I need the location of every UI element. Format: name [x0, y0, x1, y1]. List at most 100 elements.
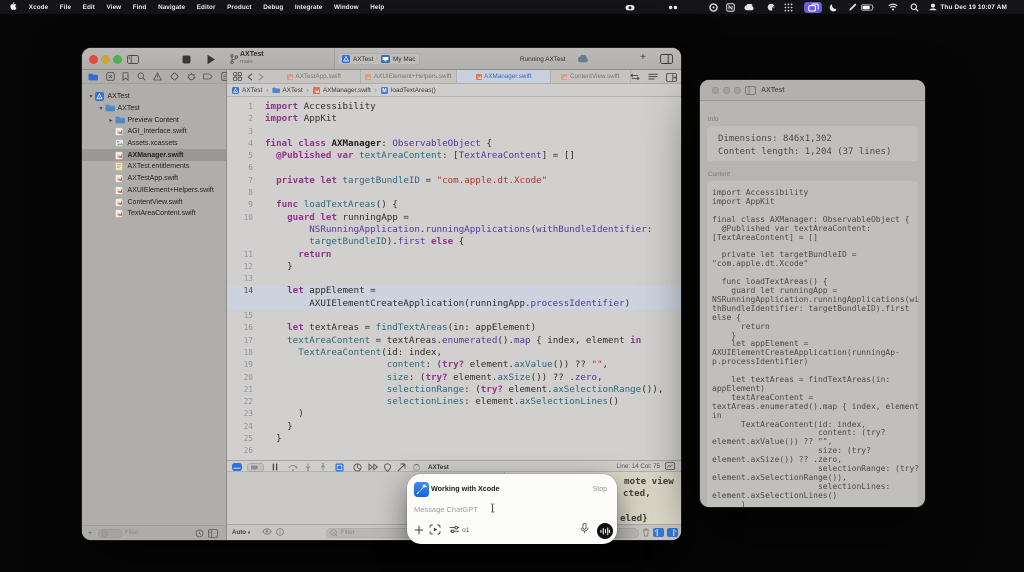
- file-contentview-swift[interactable]: ContentView.swift: [82, 196, 226, 208]
- code-line[interactable]: 15: [227, 310, 681, 322]
- tab-axtestapp-swift[interactable]: AXTestApp.swift: [268, 70, 361, 83]
- go-back-icon[interactable]: [247, 72, 253, 81]
- code-line[interactable]: 7 private let targetBundleID = "com.appl…: [227, 175, 681, 187]
- related-items-icon[interactable]: [233, 72, 242, 81]
- menu-help[interactable]: Help: [364, 4, 390, 11]
- menu-find[interactable]: Find: [127, 4, 152, 11]
- code-line[interactable]: 8: [227, 187, 681, 199]
- navigator-tab-source-control[interactable]: [105, 72, 115, 81]
- file-axmanager-swift[interactable]: AXManager.swift: [82, 149, 226, 162]
- code-line[interactable]: 4 final class AXManager: ObservableObject…: [227, 138, 681, 150]
- file-axtest[interactable]: ▾ AXTest: [82, 103, 226, 115]
- editor-layout-icon[interactable]: [660, 54, 673, 64]
- debug-toggle-icon[interactable]: [232, 462, 242, 471]
- code-line[interactable]: 21 selectionRange: (try? element.axSelec…: [227, 384, 681, 396]
- disclosure-triangle[interactable]: ▾: [98, 105, 104, 112]
- file-axuielement-helpers-swift[interactable]: AXUIElement+Helpers.swift: [82, 185, 226, 197]
- file-axtest-entitlements[interactable]: AXTest.entitlements: [82, 161, 226, 173]
- code-line[interactable]: 11 return: [227, 249, 681, 261]
- code-line[interactable]: 1 import Accessibility: [227, 101, 681, 113]
- search-icon[interactable]: [905, 0, 923, 14]
- model-label[interactable]: o1: [462, 527, 470, 534]
- code-line[interactable]: 23 ): [227, 408, 681, 420]
- memory-graph-icon[interactable]: [353, 462, 362, 472]
- user-icon[interactable]: [924, 0, 942, 14]
- moon-icon[interactable]: [824, 0, 842, 14]
- minimize-button[interactable]: [723, 87, 730, 94]
- code-line[interactable]: 16 let textAreas = findTextAreas(in: app…: [227, 322, 681, 334]
- breadcrumb-item[interactable]: AXTest: [242, 87, 262, 94]
- code-line[interactable]: 17 textAreaContent = textAreas.enumerate…: [227, 335, 681, 347]
- code-line[interactable]: 5 @Published var textAreaContent: [TextA…: [227, 150, 681, 162]
- scm-status-icon[interactable]: [208, 528, 218, 538]
- run-button[interactable]: [206, 54, 216, 65]
- apple-menu-icon[interactable]: [10, 2, 18, 12]
- code-line[interactable]: 14 let appElement =: [227, 285, 681, 297]
- pause-icon[interactable]: [272, 463, 278, 471]
- tab-axuielement-helpers-swift[interactable]: AXUIElement+Helpers.swift: [361, 70, 457, 83]
- battery-icon[interactable]: [859, 0, 877, 14]
- disclosure-triangle[interactable]: ▾: [88, 93, 94, 100]
- code-line[interactable]: targetBundleID).first else {: [227, 236, 681, 248]
- code-review-icon[interactable]: [630, 73, 640, 81]
- file-textareacontent-swift[interactable]: TextAreaContent.swift: [82, 208, 226, 220]
- menu-editor[interactable]: Editor: [191, 4, 221, 11]
- glasses-icon[interactable]: [664, 0, 682, 14]
- env-override-icon[interactable]: [368, 462, 378, 471]
- tab-contentview-swift[interactable]: ContentView.swift: [551, 70, 631, 83]
- chat-input[interactable]: Message ChatGPT: [414, 505, 478, 514]
- code-line[interactable]: 19 content: (try? element.axValue()) ?? …: [227, 359, 681, 371]
- add-file-icon[interactable]: +: [88, 530, 92, 537]
- code-line[interactable]: AXUIElementCreateApplication(runningApp.…: [227, 298, 681, 310]
- toggle-variables-pane-icon[interactable]: [653, 528, 664, 537]
- minimize-button[interactable]: [101, 55, 110, 64]
- code-line[interactable]: 20 size: (try? element.axSize()) ?? .zer…: [227, 372, 681, 384]
- navigator-tab-tests[interactable]: [170, 72, 179, 81]
- code-line[interactable]: 6: [227, 162, 681, 174]
- menu-edit[interactable]: Edit: [77, 4, 101, 11]
- menu-product[interactable]: Product: [221, 4, 257, 11]
- voice-mode-button[interactable]: [597, 523, 613, 539]
- cloud-icon[interactable]: [740, 0, 758, 14]
- sidebar-toggle-icon[interactable]: [745, 86, 756, 95]
- microphone-icon[interactable]: [580, 523, 589, 534]
- menu-integrate[interactable]: Integrate: [289, 4, 328, 11]
- go-forward-icon[interactable]: [258, 72, 264, 81]
- breadcrumb-item[interactable]: AXManager.swift: [323, 87, 371, 94]
- close-button[interactable]: [712, 87, 719, 94]
- globe-lock-icon[interactable]: [762, 0, 780, 14]
- file-assets-xcassets[interactable]: Assets.xcassets: [82, 138, 226, 150]
- breakpoints-pill-icon[interactable]: [247, 462, 264, 472]
- quicklook-icon[interactable]: [262, 528, 272, 535]
- navigator-tab-bookmarks[interactable]: [122, 72, 129, 81]
- code-line[interactable]: 13: [227, 273, 681, 285]
- menu-window[interactable]: Window: [328, 4, 364, 11]
- view-debugger-icon[interactable]: [335, 463, 344, 472]
- code-line[interactable]: 22 selectionLines: element.axSelectionLi…: [227, 396, 681, 408]
- stop-button[interactable]: Stop: [593, 486, 607, 493]
- wifi-icon[interactable]: [884, 0, 902, 14]
- code-line[interactable]: 18 TextAreaContent(id: index,: [227, 347, 681, 359]
- code-line[interactable]: NSRunningApplication.runningApplications…: [227, 224, 681, 236]
- menu-file[interactable]: File: [54, 4, 77, 11]
- zoom-button[interactable]: [113, 55, 122, 64]
- nav-arrow-icon[interactable]: [397, 463, 406, 472]
- attach-icon[interactable]: [414, 525, 424, 535]
- code-line[interactable]: 26: [227, 445, 681, 457]
- add-editor-split-icon[interactable]: [666, 72, 677, 82]
- add-editor-button[interactable]: +: [640, 52, 646, 63]
- menu-navigate[interactable]: Navigate: [152, 4, 191, 11]
- grid-icon[interactable]: [779, 0, 797, 14]
- menu-debug[interactable]: Debug: [257, 4, 289, 11]
- variables-scope-selector[interactable]: Auto ▾: [232, 529, 250, 536]
- close-button[interactable]: [89, 55, 98, 64]
- code-line[interactable]: 2 import AppKit: [227, 113, 681, 125]
- file-axtest[interactable]: ▾ AXTest: [82, 91, 226, 103]
- code-line[interactable]: 10 guard let runningApp =: [227, 212, 681, 224]
- screen-mirroring-icon[interactable]: [804, 1, 822, 13]
- knot-icon[interactable]: [704, 0, 722, 14]
- toggle-console-pane-icon[interactable]: [667, 528, 678, 537]
- step-out-icon[interactable]: [319, 462, 327, 471]
- recent-files-icon[interactable]: [195, 529, 204, 538]
- code-line[interactable]: 24 }: [227, 421, 681, 433]
